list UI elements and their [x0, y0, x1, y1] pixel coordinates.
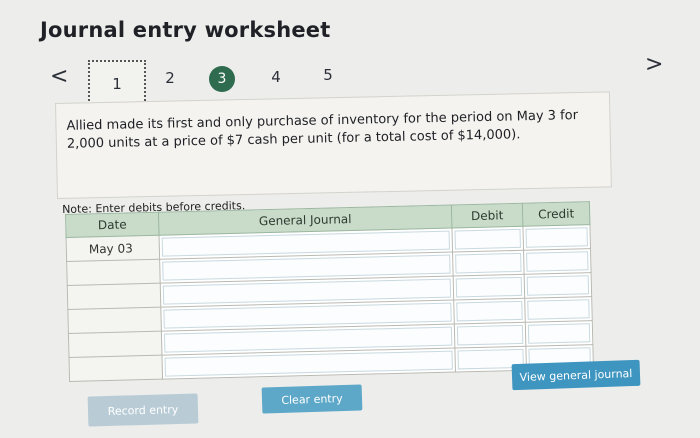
view-general-journal-button[interactable]: View general journal: [511, 359, 641, 391]
debit-input[interactable]: [452, 250, 525, 277]
credit-input[interactable]: [523, 248, 592, 275]
step-2-tab[interactable]: 2: [160, 66, 180, 90]
debit-input[interactable]: [453, 298, 526, 325]
debit-column-header: Debit: [451, 203, 523, 229]
step-4-tab[interactable]: 4: [266, 65, 286, 89]
journal-entry-table: Date General Journal Debit Credit May 03: [65, 201, 594, 382]
credit-input[interactable]: [522, 224, 591, 251]
date-cell: [67, 307, 162, 334]
debit-input[interactable]: [451, 226, 524, 253]
clear-entry-button[interactable]: Clear entry: [261, 384, 363, 414]
credit-input[interactable]: [524, 272, 592, 299]
credit-column-header: Credit: [522, 201, 590, 227]
date-cell: [66, 259, 161, 286]
debit-input[interactable]: [454, 322, 526, 349]
date-column-header: Date: [65, 212, 160, 238]
date-cell: [69, 355, 163, 382]
date-cell: May 03: [66, 235, 160, 262]
step-5-tab[interactable]: 5: [318, 63, 338, 87]
record-entry-button[interactable]: Record entry: [87, 393, 199, 427]
question-panel: Allied made its first and only purchase …: [55, 91, 612, 199]
date-cell: [68, 331, 162, 358]
debit-input[interactable]: [453, 274, 525, 301]
step-3-tab-active[interactable]: 3: [209, 66, 235, 92]
credit-input[interactable]: [525, 320, 593, 347]
date-cell: [67, 283, 161, 310]
credit-input[interactable]: [524, 296, 593, 323]
chevron-left-icon[interactable]: <: [50, 66, 68, 88]
chevron-right-icon[interactable]: >: [645, 54, 663, 76]
question-text: Allied made its first and only purchase …: [66, 108, 579, 152]
page-title: Journal entry worksheet: [40, 18, 331, 42]
